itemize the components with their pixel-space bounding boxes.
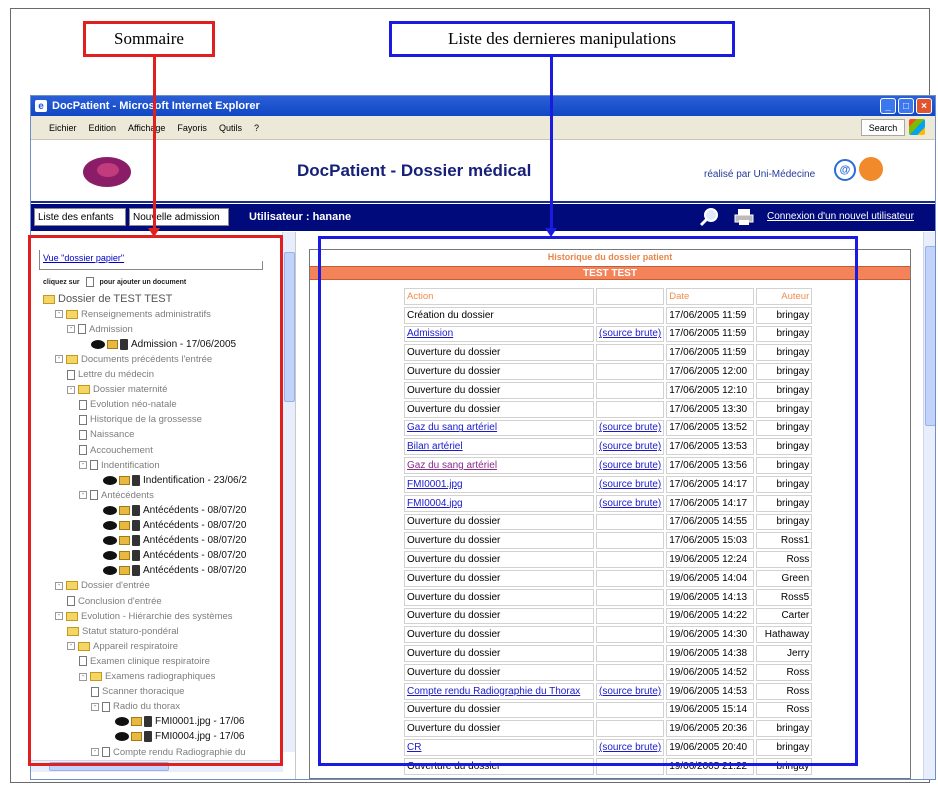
close-button[interactable]: × — [916, 98, 932, 114]
new-user-login-link[interactable]: Connexion d'un nouvel utilisateur — [767, 211, 914, 222]
menu-outils[interactable]: Qutils — [219, 123, 242, 133]
callout-liste: Liste des dernieres manipulations — [389, 21, 735, 57]
uni-medecine-icon: @ — [834, 159, 856, 181]
history-arrow-head — [545, 228, 557, 237]
children-list-button[interactable]: Liste des enfants — [34, 208, 126, 226]
window-controls: _ □ × — [880, 98, 932, 114]
app-header: DocPatient - Dossier médical réalisé par… — [31, 141, 935, 203]
summary-highlight-box — [28, 235, 283, 766]
printer-icon[interactable] — [734, 208, 754, 226]
menu-fichier[interactable]: Eichier — [49, 123, 77, 133]
nav-bar: Liste des enfants Nouvelle admission Uti… — [31, 204, 935, 231]
history-vertical-scrollbar[interactable] — [923, 232, 935, 779]
ie-icon: e — [35, 100, 47, 112]
current-user: Utilisateur : hanane — [249, 211, 352, 223]
magnifier-icon[interactable] — [699, 207, 719, 227]
callout-sommaire: Sommaire — [83, 21, 215, 57]
app-logo — [83, 157, 131, 187]
scroll-thumb[interactable] — [925, 246, 935, 426]
new-admission-button[interactable]: Nouvelle admission — [129, 208, 229, 226]
maximize-button[interactable]: □ — [898, 98, 914, 114]
tree-vertical-scrollbar[interactable] — [282, 232, 295, 752]
search-button[interactable]: Search — [861, 119, 905, 136]
menu-favoris[interactable]: Fayoris — [177, 123, 207, 133]
credit-text: réalisé par Uni-Médecine — [704, 169, 816, 180]
minimize-button[interactable]: _ — [880, 98, 896, 114]
summary-arrow — [153, 57, 156, 232]
menu-bar: Eichier Edition Affichage Fayoris Qutils… — [31, 116, 935, 140]
summary-arrow-head — [148, 228, 160, 237]
menu-help[interactable]: ? — [254, 123, 259, 133]
menu-edition[interactable]: Edition — [89, 123, 117, 133]
history-arrow — [550, 57, 553, 232]
windows-flag-icon — [909, 119, 925, 135]
scroll-thumb[interactable] — [284, 252, 295, 402]
title-bar: e DocPatient - Microsoft Internet Explor… — [31, 96, 935, 116]
history-highlight-box — [318, 236, 858, 766]
partner-logo-icon — [859, 157, 883, 181]
menu-affichage[interactable]: Affichage — [128, 123, 165, 133]
app-title: DocPatient - Dossier médical — [297, 161, 532, 180]
